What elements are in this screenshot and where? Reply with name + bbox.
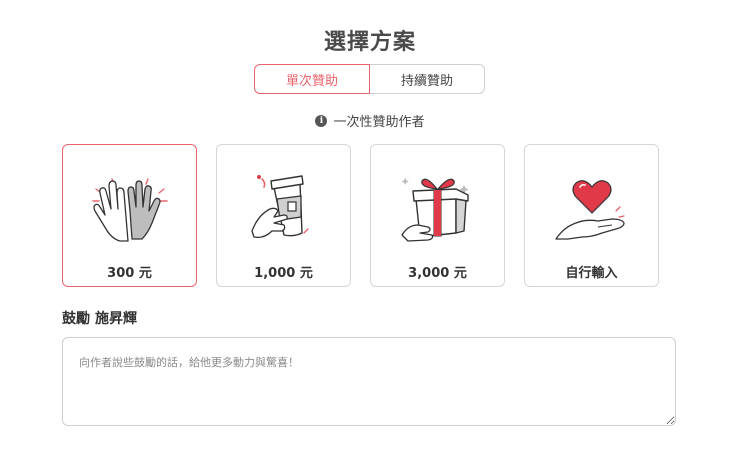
plan-label: 300 元 [107, 266, 152, 281]
plan-card-3000[interactable]: 3,000 元 [370, 144, 505, 287]
plan-card-1000[interactable]: 1,000 元 [216, 144, 351, 287]
tab-recurring[interactable]: 持續贊助 [370, 64, 485, 94]
encourage-prefix: 鼓勵 [62, 311, 90, 327]
info-icon: i [315, 114, 328, 127]
plan-card-300[interactable]: 300 元 [62, 144, 197, 287]
sponsor-note: i 一次性贊助作者 [0, 111, 740, 130]
tab-one-time[interactable]: 單次贊助 [254, 64, 370, 94]
message-input[interactable] [62, 337, 676, 426]
sponsor-type-tabs: 單次贊助 持續贊助 [254, 64, 485, 94]
heart-hand-icon [555, 180, 625, 240]
high-five-icon [92, 178, 168, 242]
plan-label: 自行輸入 [565, 266, 618, 281]
plan-label: 1,000 元 [254, 266, 313, 281]
encourage-heading: 鼓勵 施昇輝 [62, 308, 137, 328]
plan-label: 3,000 元 [408, 266, 467, 281]
page-title: 選擇方案 [323, 30, 416, 55]
author-name: 施昇輝 [95, 311, 137, 327]
coffee-cup-icon [251, 175, 309, 239]
plan-card-custom[interactable]: 自行輸入 [524, 144, 659, 287]
sponsor-note-text: 一次性贊助作者 [333, 115, 425, 130]
gift-box-icon [401, 177, 469, 242]
